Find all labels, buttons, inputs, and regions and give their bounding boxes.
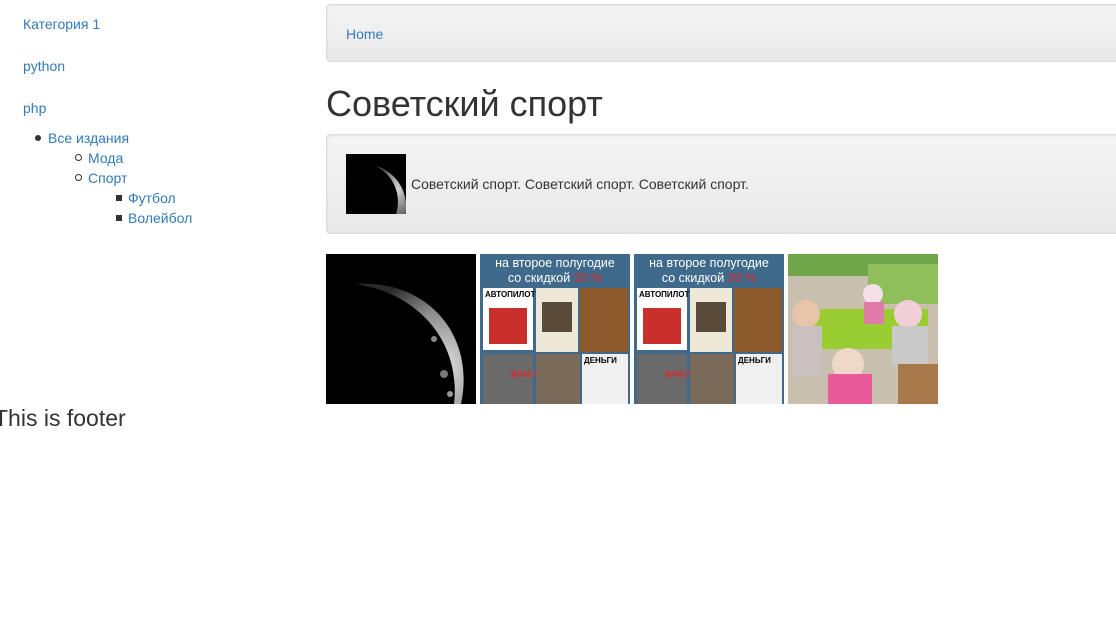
sidebar-link-category-1[interactable]: Категория 1 xyxy=(23,14,100,34)
tree-item-fashion[interactable]: Мода xyxy=(88,148,123,168)
sidebar-link-php[interactable]: php xyxy=(23,98,46,118)
moon-image[interactable] xyxy=(326,254,476,404)
page-title: Советский спорт xyxy=(326,83,603,124)
circle-bullet-icon xyxy=(75,174,82,181)
tile-label: ДЕНЬГИ xyxy=(738,356,771,365)
headline-line-1: на второе полугодие xyxy=(495,256,615,270)
magazine-tile xyxy=(536,288,578,352)
tree-item-all-editions[interactable]: Все издания xyxy=(48,128,129,148)
breadcrumb: Home xyxy=(326,4,1116,62)
magazine-headline: на второе полугодие со скидкой 20 % xyxy=(634,254,784,290)
magazine-tile: АВТОПИЛОТ xyxy=(483,288,536,350)
children-photo-image[interactable] xyxy=(788,254,938,404)
publication-description: Советский спорт. Советский спорт. Советс… xyxy=(411,176,749,192)
magazine-tile: ВЛАСТЬ xyxy=(483,354,544,404)
magazine-subscription-image[interactable]: на второе полугодие со скидкой 20 % АВТО… xyxy=(480,254,630,404)
footer-text: This is footer xyxy=(0,405,126,431)
headline-line-1: на второе полугодие xyxy=(649,256,769,270)
magazine-headline: на второе полугодие со скидкой 20 % xyxy=(480,254,630,290)
magazine-subscription-image[interactable]: на второе полугодие со скидкой 20 % АВТО… xyxy=(634,254,784,404)
headline-text: со скидкой xyxy=(661,271,728,285)
magazine-tile: АВТОПИЛОТ xyxy=(637,288,690,350)
tree-item-volleyball[interactable]: Волейбол xyxy=(128,208,192,228)
headline-text: со скидкой xyxy=(507,271,574,285)
tree-item-football[interactable]: Футбол xyxy=(128,188,176,208)
discount-text: 20 % xyxy=(727,271,757,285)
magazine-tile xyxy=(690,288,732,352)
headline-line-2: со скидкой 20 % xyxy=(634,271,784,286)
circle-bullet-icon xyxy=(75,154,82,161)
square-bullet-icon xyxy=(116,215,122,221)
tile-label: ДЕНЬГИ xyxy=(584,356,617,365)
breadcrumb-home-link[interactable]: Home xyxy=(346,25,383,43)
magazine-tile: ДЕНЬГИ xyxy=(736,354,782,404)
moon-thumbnail-image[interactable] xyxy=(346,154,406,214)
magazine-tile xyxy=(690,354,734,404)
publication-summary: Советский спорт. Советский спорт. Советс… xyxy=(326,134,1116,234)
headline-line-2: со скидкой 20 % xyxy=(480,271,630,286)
discount-text: 20 % xyxy=(573,271,603,285)
tile-label: АВТОПИЛОТ xyxy=(639,290,690,299)
tile-label: АВТОПИЛОТ xyxy=(485,290,536,299)
tree-item-sport[interactable]: Спорт xyxy=(88,168,127,188)
magazine-tile xyxy=(536,354,580,404)
square-bullet-icon xyxy=(116,195,122,201)
sidebar-link-python[interactable]: python xyxy=(23,56,65,76)
magazine-tile: ВЛАСТЬ xyxy=(637,354,698,404)
magazine-tile: ДЕНЬГИ xyxy=(582,354,628,404)
magazine-tile xyxy=(580,288,628,352)
magazine-tile xyxy=(734,288,782,352)
disc-bullet-icon xyxy=(35,135,41,141)
